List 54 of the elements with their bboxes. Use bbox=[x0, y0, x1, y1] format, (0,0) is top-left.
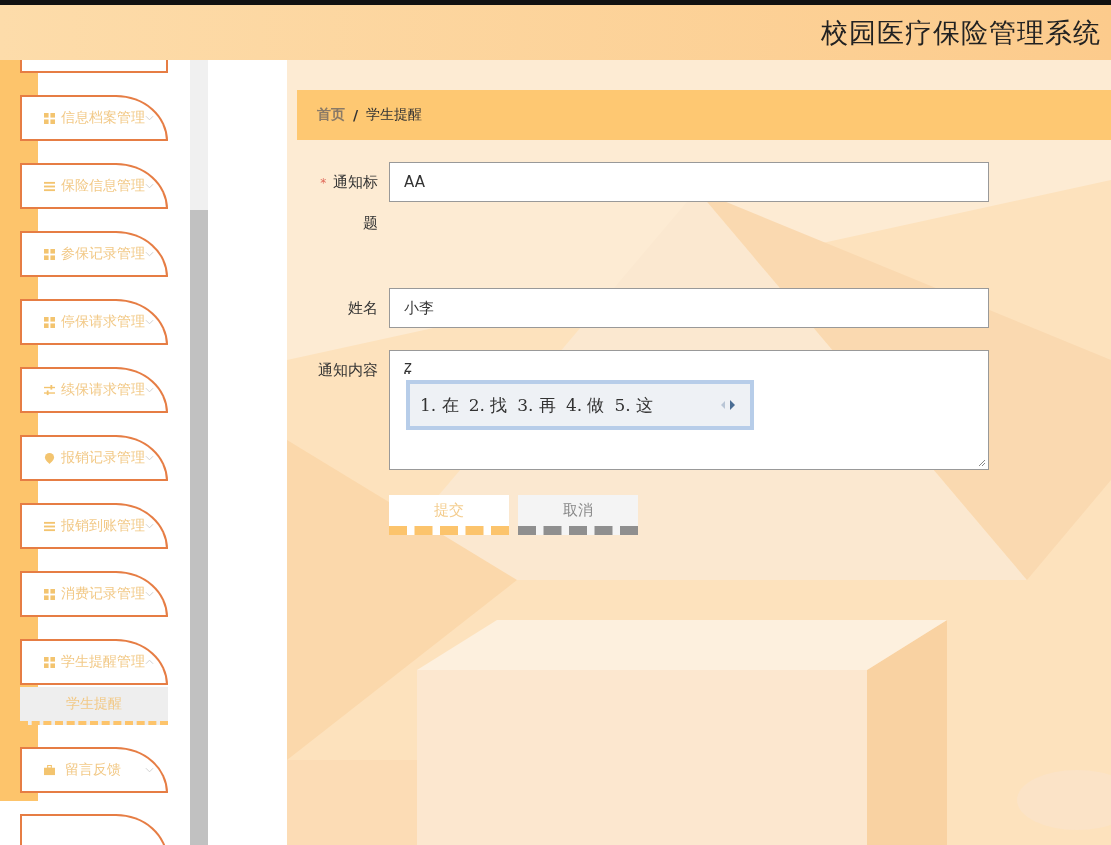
typed-text: z bbox=[404, 358, 412, 376]
breadcrumb-link[interactable]: 首页 bbox=[317, 106, 345, 124]
candidate-item[interactable]: 1. 在 bbox=[420, 393, 459, 417]
candidate-item[interactable]: 3. 再 bbox=[517, 393, 556, 417]
text-input[interactable]: 小李 bbox=[389, 288, 989, 328]
chevron-icon bbox=[145, 523, 154, 529]
candidate-item[interactable]: 4. 做 bbox=[565, 393, 605, 417]
cancel-button[interactable]: 取消 bbox=[518, 495, 638, 535]
chevron-icon bbox=[145, 115, 154, 121]
menu-item[interactable]: 报销记录管理 bbox=[20, 435, 168, 481]
app-title: 校园医疗保险管理系统 bbox=[821, 15, 1101, 50]
chevron-icon bbox=[145, 183, 154, 189]
briefcase-icon bbox=[44, 764, 55, 776]
menu-item[interactable]: 留言反馈 bbox=[20, 747, 168, 793]
menu-item[interactable]: 停保请求管理 bbox=[20, 299, 168, 345]
menu-tab[interactable] bbox=[20, 60, 168, 73]
menu-item[interactable]: 保险信息管理 bbox=[20, 163, 168, 209]
field-label: 通知内容 bbox=[318, 361, 378, 379]
grid-icon bbox=[44, 588, 55, 600]
submit-button[interactable]: 提交 bbox=[389, 495, 509, 535]
grid-icon bbox=[44, 656, 55, 668]
resize-handle-icon[interactable] bbox=[978, 459, 986, 467]
chevron-icon bbox=[145, 659, 154, 665]
list-icon bbox=[44, 520, 55, 532]
menu-item[interactable]: 学生提醒管理 bbox=[20, 639, 168, 685]
menu-item[interactable]: 消费记录管理 bbox=[20, 571, 168, 617]
sliders-icon bbox=[44, 384, 55, 396]
chevron-icon bbox=[145, 455, 154, 461]
field-label: 通知标题 bbox=[333, 173, 378, 232]
chevron-icon bbox=[145, 767, 154, 773]
content-textarea[interactable]: z 1. 在 2. 找 3. 再 4. 做 5. 这 bbox=[389, 350, 989, 470]
text-input[interactable]: AA bbox=[389, 162, 989, 202]
scrollbar[interactable] bbox=[190, 60, 208, 845]
pin-icon bbox=[44, 452, 55, 464]
menu-item[interactable]: 续保请求管理 bbox=[20, 367, 168, 413]
list-icon bbox=[44, 180, 55, 192]
chevron-icon bbox=[145, 319, 154, 325]
required-mark: * bbox=[320, 176, 327, 190]
menu-item[interactable]: 参保记录管理 bbox=[20, 231, 168, 277]
menu-item[interactable]: 报销到账管理 bbox=[20, 503, 168, 549]
candidate-item[interactable]: 2. 找 bbox=[468, 393, 508, 417]
scrollbar-thumb[interactable] bbox=[190, 210, 208, 845]
submenu-item[interactable]: 学生提醒 bbox=[20, 687, 168, 725]
breadcrumb-current: 学生提醒 bbox=[366, 106, 423, 124]
menu-item[interactable]: 信息档案管理 bbox=[20, 95, 168, 141]
chevron-icon bbox=[145, 251, 154, 257]
breadcrumb-separator: / bbox=[353, 107, 359, 123]
grid-icon bbox=[44, 316, 55, 328]
chevron-icon bbox=[145, 591, 154, 597]
chevron-icon bbox=[145, 387, 154, 393]
grid-icon bbox=[44, 112, 55, 124]
grid-icon bbox=[44, 248, 55, 260]
candidate-item[interactable]: 5. 这 bbox=[614, 393, 654, 417]
field-label: 姓名 bbox=[348, 299, 378, 317]
